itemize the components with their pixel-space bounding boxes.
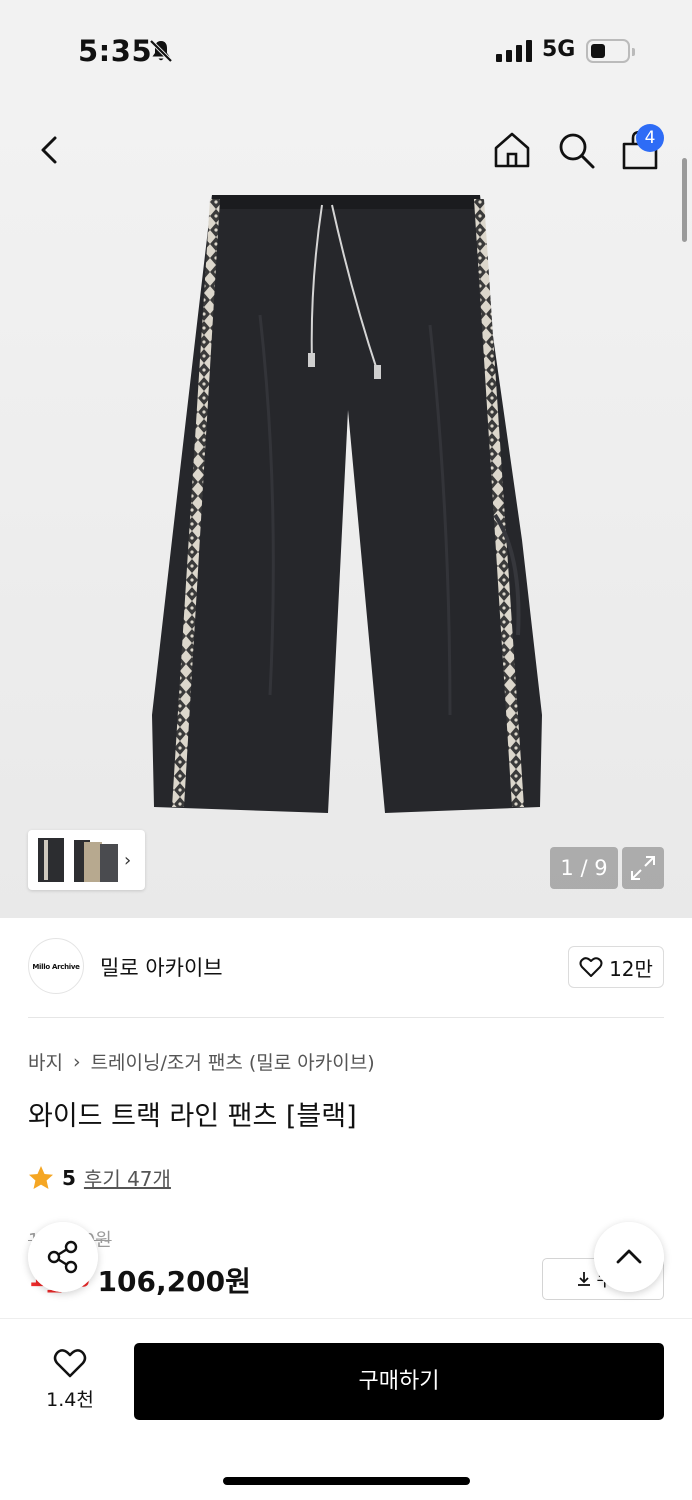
heart-icon <box>579 957 603 977</box>
thumbnail-images[interactable] <box>34 834 122 886</box>
cart-count-badge: 4 <box>636 124 664 152</box>
share-icon[interactable] <box>28 1222 98 1292</box>
home-indicator <box>223 1477 470 1485</box>
wishlist-button[interactable]: 1.4천 <box>30 1347 110 1412</box>
status-time: 5:35 <box>78 34 153 68</box>
rating-score: 5 <box>62 1165 76 1190</box>
brand-name[interactable]: 밀로 아카이브 <box>100 952 223 982</box>
breadcrumb[interactable]: 바지 › 트레이닝/조거 팬츠 (밀로 아카이브) <box>28 1048 375 1075</box>
review-link[interactable]: 후기 47개 <box>84 1163 171 1192</box>
scroll-top-icon[interactable] <box>594 1222 664 1292</box>
breadcrumb-subcategory[interactable]: 트레이닝/조거 팬츠 (밀로 아카이브) <box>91 1048 375 1075</box>
product-title: 와이드 트랙 라인 팬츠 [블랙] <box>28 1101 357 1132</box>
buy-button[interactable]: 구매하기 <box>134 1343 664 1420</box>
wishlist-count: 1.4천 <box>46 1389 94 1411</box>
product-image[interactable] <box>150 195 545 825</box>
star-icon <box>29 1165 53 1189</box>
image-counter: 1 / 9 <box>550 847 618 889</box>
heart-icon <box>53 1349 87 1378</box>
chevron-right-icon[interactable]: › <box>124 850 131 871</box>
bell-off-icon <box>149 39 173 63</box>
home-icon[interactable] <box>490 128 534 172</box>
search-icon[interactable] <box>554 128 598 172</box>
network-type: 5G <box>542 37 576 62</box>
brand-logo[interactable]: Millo Archive <box>28 938 84 994</box>
bottom-action-bar: 1.4천 구매하기 <box>0 1318 692 1500</box>
rating-row[interactable]: 5 후기 47개 <box>28 1163 171 1192</box>
product-gallery[interactable]: 4 › 1 / 9 <box>0 100 692 918</box>
battery-icon <box>586 39 635 63</box>
breadcrumb-category[interactable]: 바지 <box>28 1048 63 1075</box>
status-bar: 5:35 5G <box>0 0 692 100</box>
scroll-indicator <box>682 158 687 242</box>
download-icon <box>578 1272 591 1286</box>
expand-icon[interactable] <box>622 847 664 889</box>
back-icon[interactable] <box>30 130 70 170</box>
chevron-right-icon: › <box>72 1050 81 1073</box>
brand-like-count: 12만 <box>609 956 653 981</box>
brand-row[interactable]: Millo Archive 밀로 아카이브 12만 <box>28 938 664 996</box>
sale-price: 106,200원 <box>97 1265 251 1298</box>
signal-icon <box>496 40 532 62</box>
thumbnail-strip[interactable]: › <box>28 830 145 890</box>
brand-like-button[interactable]: 12만 <box>568 946 664 988</box>
divider <box>28 1017 664 1018</box>
